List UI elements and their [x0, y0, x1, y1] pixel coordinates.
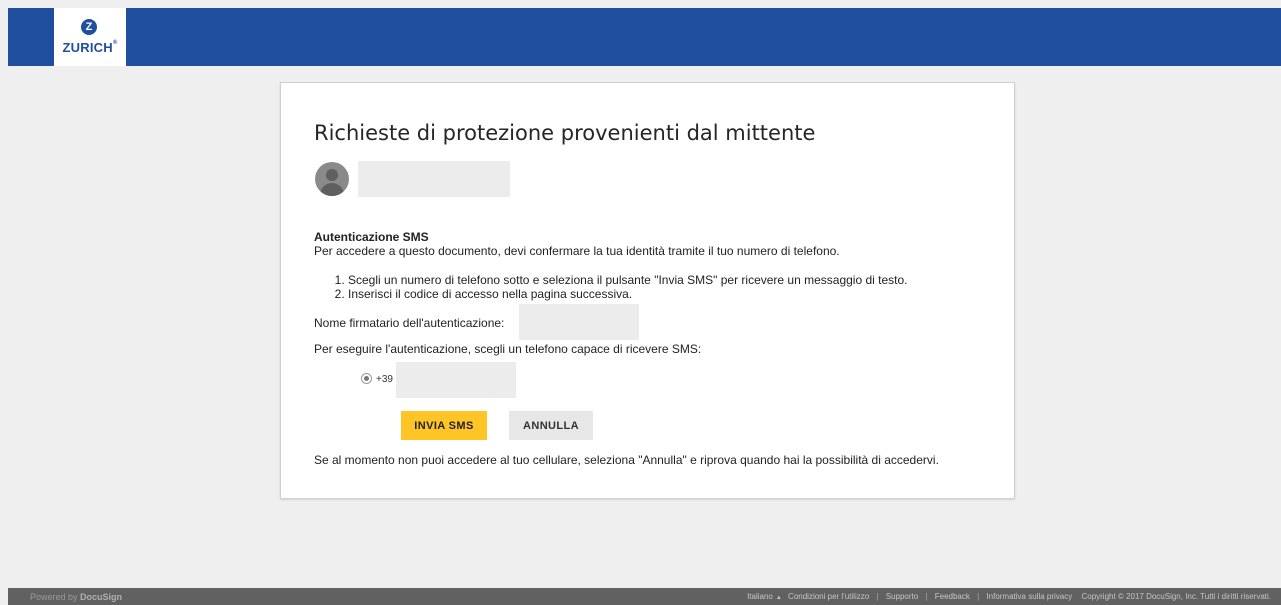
send-sms-button[interactable]: INVIA SMS	[401, 411, 487, 440]
signer-name-label: Nome firmatario dell'autenticazione:	[314, 316, 505, 330]
phone-radio[interactable]	[361, 373, 372, 384]
sms-auth-heading: Autenticazione SMS	[314, 230, 429, 244]
instruction-list: Scegli un numero di telefono sotto e sel…	[314, 273, 908, 301]
page-title: Richieste di protezione provenienti dal …	[314, 121, 816, 145]
footer-separator: |	[876, 592, 879, 601]
instruction-step: Scegli un numero di telefono sotto e sel…	[348, 273, 908, 287]
cancel-hint-text: Se al momento non puoi accedere al tuo c…	[314, 453, 939, 467]
powered-by: Powered by DocuSign	[30, 592, 122, 602]
authentication-card: Richieste di protezione provenienti dal …	[280, 82, 1015, 499]
avatar-body-icon	[320, 183, 344, 196]
footer-link-feedback[interactable]: Feedback	[935, 592, 970, 601]
phone-prefix: +39	[376, 374, 393, 385]
footer-bar: Powered by DocuSign Italiano ▲ Condizioni…	[8, 588, 1281, 605]
chevron-up-icon[interactable]: ▲	[773, 595, 786, 601]
zurich-z-icon	[81, 19, 97, 35]
avatar-head-icon	[326, 169, 338, 181]
sms-auth-description: Per accedere a questo documento, devi co…	[314, 244, 840, 258]
zurich-logo: ZURICH®	[54, 8, 126, 66]
footer-link-privacy[interactable]: Informativa sulla privacy	[986, 592, 1072, 601]
phone-number-redacted	[396, 362, 516, 398]
language-selector[interactable]: Italiano	[747, 592, 773, 601]
footer-link-terms[interactable]: Condizioni per l'utilizzo	[788, 592, 869, 601]
logo-text: ZURICH	[62, 40, 113, 55]
docusign-logo: DocuSign	[80, 592, 123, 602]
avatar	[315, 162, 349, 196]
sender-name-redacted	[358, 161, 510, 197]
powered-by-label: Powered by	[30, 592, 78, 602]
copyright-text: Copyright © 2017 DocuSign, Inc. Tutti i …	[1081, 592, 1271, 601]
choose-phone-label: Per eseguire l'autenticazione, scegli un…	[314, 342, 702, 356]
footer-links: Italiano ▲ Condizioni per l'utilizzo | Su…	[747, 592, 1271, 601]
registered-mark-icon: ®	[112, 40, 118, 46]
signer-name-redacted	[519, 304, 639, 340]
footer-separator: |	[925, 592, 928, 601]
radio-selected-dot	[364, 376, 369, 381]
instruction-step: Inserisci il codice di accesso nella pag…	[348, 287, 908, 301]
header-bar: ZURICH®	[8, 8, 1281, 66]
cancel-button[interactable]: ANNULLA	[509, 411, 593, 440]
footer-separator: |	[977, 592, 980, 601]
footer-link-support[interactable]: Supporto	[886, 592, 918, 601]
